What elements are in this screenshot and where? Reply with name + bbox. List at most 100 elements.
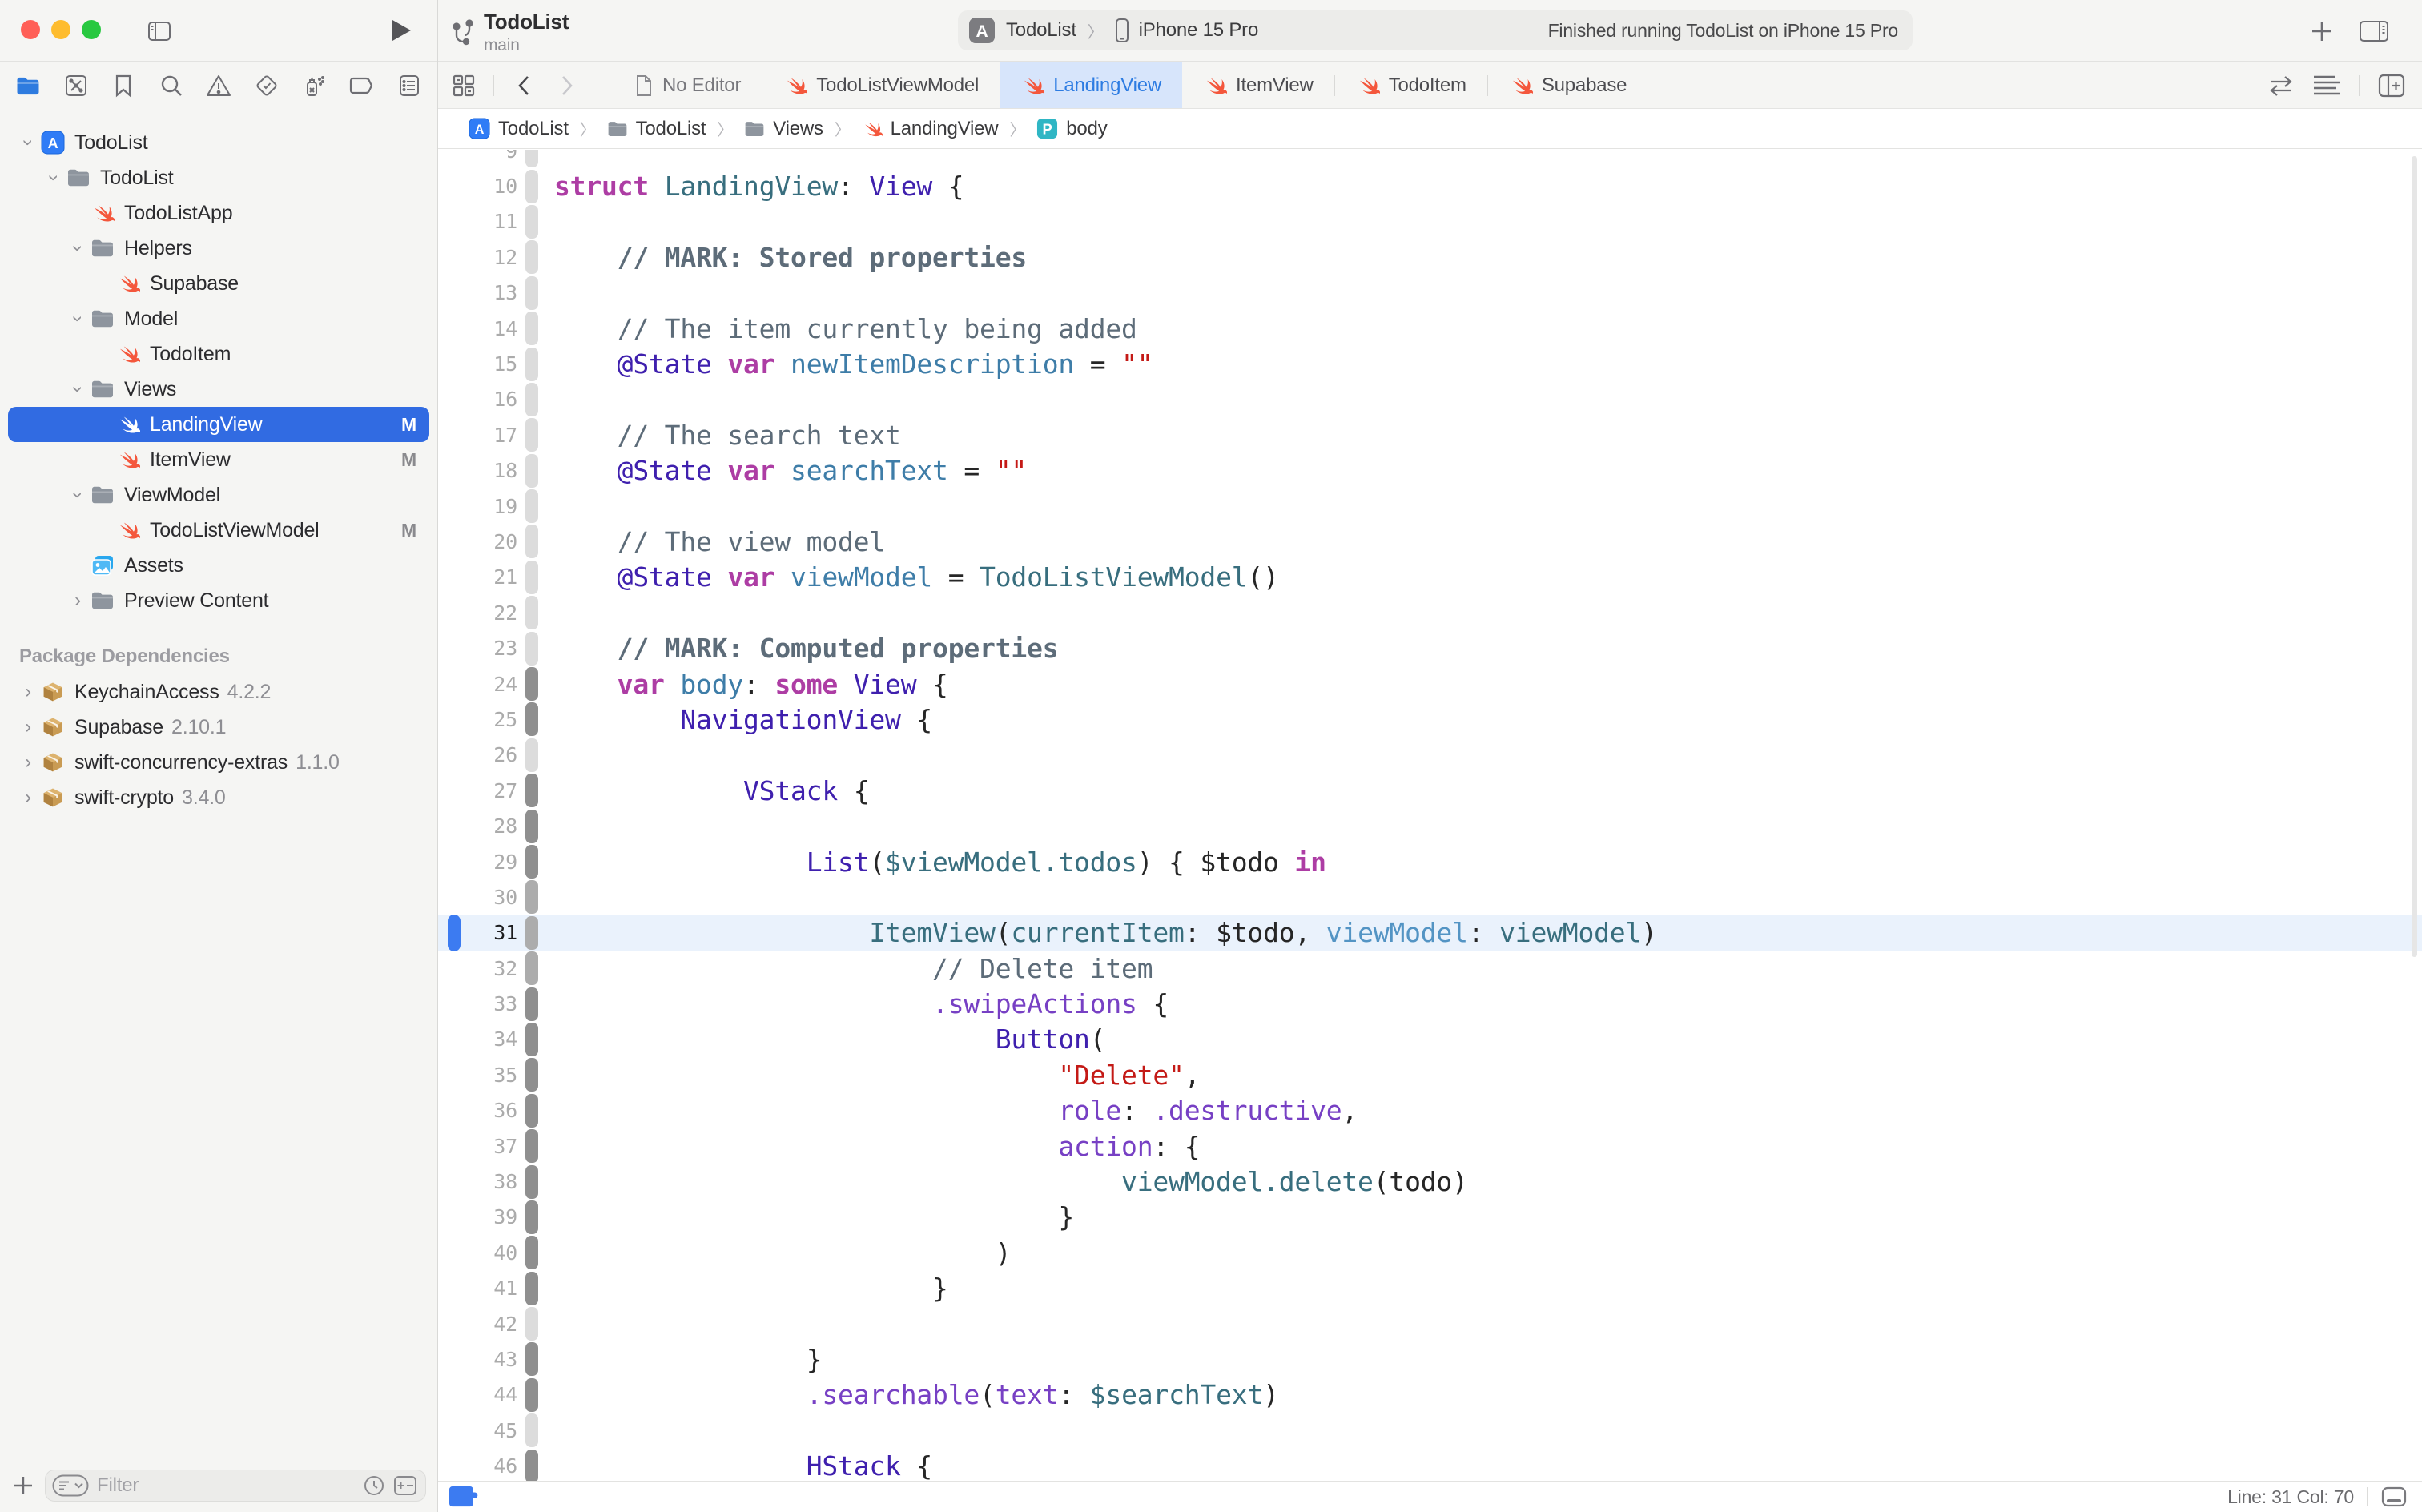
scheme-status-pill[interactable]: A TodoList 〉 iPhone 15 Pro Finished runn… <box>958 10 1913 50</box>
add-editor-icon[interactable] <box>2377 73 2406 99</box>
breadcrumb-item-body[interactable]: Pbody <box>1036 118 1107 140</box>
code-line-20[interactable]: 20 // The view model <box>438 524 2422 559</box>
disclosure-open-icon[interactable]: › <box>66 237 90 259</box>
project-navigator-folder-icon[interactable] <box>14 72 42 99</box>
minimize-window-button[interactable] <box>51 20 70 39</box>
code-line-25[interactable]: 25 NavigationView { <box>438 702 2422 737</box>
code-line-13[interactable]: 13 <box>438 275 2422 311</box>
package-item-keychainaccess[interactable]: ›KeychainAccess4.2.2 <box>8 674 429 710</box>
test-diamond-icon[interactable] <box>253 72 280 99</box>
toggle-left-sidebar-icon[interactable] <box>146 18 173 45</box>
code-line-41[interactable]: 41 } <box>438 1271 2422 1306</box>
disclosure-open-icon[interactable]: › <box>42 167 66 189</box>
code-line-23[interactable]: 23 // MARK: Computed properties <box>438 630 2422 666</box>
disclosure-open-icon[interactable]: › <box>66 308 90 330</box>
jump-bar-breadcrumb[interactable]: ATodoList〉TodoList〉Views〉LandingView〉Pbo… <box>438 109 2422 149</box>
scheme-target[interactable]: TodoList <box>1006 19 1076 42</box>
code-line-43[interactable]: 43 } <box>438 1341 2422 1377</box>
tab-no-editor[interactable]: No Editor <box>614 62 762 108</box>
breakpoint-tag-icon[interactable] <box>348 72 376 99</box>
disclosure-open-icon[interactable]: › <box>66 378 90 400</box>
code-line-10[interactable]: 10struct LandingView: View { <box>438 168 2422 203</box>
disclosure-closed-icon[interactable]: › <box>16 681 40 703</box>
disclosure-open-icon[interactable]: › <box>16 131 40 154</box>
code-line-22[interactable]: 22 <box>438 595 2422 630</box>
bookmark-icon[interactable] <box>110 72 137 99</box>
breadcrumb-item-landingview[interactable]: LandingView <box>862 117 999 141</box>
code-line-35[interactable]: 35 "Delete", <box>438 1057 2422 1092</box>
close-window-button[interactable] <box>21 20 40 39</box>
code-line-46[interactable]: 46 HStack { <box>438 1448 2422 1481</box>
tab-itemview[interactable]: ItemView <box>1182 62 1334 108</box>
code-line-32[interactable]: 32 // Delete item <box>438 951 2422 986</box>
code-line-34[interactable]: 34 Button( <box>438 1022 2422 1057</box>
editor-grid-icon[interactable] <box>450 72 477 99</box>
tab-todolistviewmodel[interactable]: TodoListViewModel <box>762 62 1000 108</box>
report-list-icon[interactable] <box>396 72 423 99</box>
sidebar-item-views[interactable]: ›Views <box>8 372 429 407</box>
code-line-18[interactable]: 18 @State var searchText = "" <box>438 453 2422 489</box>
add-tab-icon[interactable] <box>2310 19 2334 43</box>
code-line-31[interactable]: 31 ItemView(currentItem: $todo, viewMode… <box>438 915 2422 951</box>
back-icon[interactable] <box>510 72 537 99</box>
code-line-42[interactable]: 42 <box>438 1306 2422 1341</box>
tab-landingview[interactable]: LandingView <box>1000 62 1182 108</box>
code-line-19[interactable]: 19 <box>438 489 2422 524</box>
package-item-swift-crypto[interactable]: ›swift-crypto3.4.0 <box>8 780 429 815</box>
sidebar-item-todoitem[interactable]: TodoItem <box>8 336 429 372</box>
breadcrumb-item-views[interactable]: Views <box>744 118 823 140</box>
issue-warning-icon[interactable] <box>205 72 232 99</box>
disclosure-open-icon[interactable]: › <box>66 484 90 506</box>
code-line-26[interactable]: 26 <box>438 738 2422 773</box>
tab-supabase[interactable]: Supabase <box>1488 62 1648 108</box>
sidebar-item-landingview[interactable]: LandingViewM <box>8 407 429 442</box>
code-line-37[interactable]: 37 action: { <box>438 1128 2422 1164</box>
scheme-device[interactable]: iPhone 15 Pro <box>1139 19 1259 42</box>
code-line-9[interactable]: 9 <box>438 150 2422 168</box>
source-control-icon[interactable] <box>62 72 90 99</box>
code-line-29[interactable]: 29 List($viewModel.todos) { $todo in <box>438 844 2422 879</box>
code-line-21[interactable]: 21 @State var viewModel = TodoListViewMo… <box>438 560 2422 595</box>
scrollbar[interactable] <box>2412 156 2417 957</box>
breadcrumb-item-todolist[interactable]: ATodoList <box>469 118 569 140</box>
sidebar-item-todolistapp[interactable]: TodoListApp <box>8 195 429 231</box>
code-line-40[interactable]: 40 ) <box>438 1235 2422 1270</box>
code-line-38[interactable]: 38 viewModel.delete(todo) <box>438 1164 2422 1199</box>
code-line-15[interactable]: 15 @State var newItemDescription = "" <box>438 346 2422 381</box>
code-line-30[interactable]: 30 <box>438 879 2422 915</box>
code-line-44[interactable]: 44 .searchable(text: $searchText) <box>438 1377 2422 1413</box>
toggle-right-sidebar-icon[interactable] <box>2358 18 2390 45</box>
adjust-editor-blue-icon[interactable] <box>449 1486 480 1508</box>
sidebar-item-itemview[interactable]: ItemViewM <box>8 442 429 477</box>
tab-todoitem[interactable]: TodoItem <box>1335 62 1487 108</box>
minimap-lines-icon[interactable] <box>2312 74 2341 98</box>
source-control-summary[interactable]: TodoList main <box>450 10 569 55</box>
sidebar-item-supabase[interactable]: Supabase <box>8 266 429 301</box>
sidebar-item-helpers[interactable]: ›Helpers <box>8 231 429 266</box>
breadcrumb-item-todolist[interactable]: TodoList <box>607 118 706 140</box>
sidebar-item-todolist[interactable]: ›ATodoList <box>8 125 429 160</box>
zoom-window-button[interactable] <box>82 20 101 39</box>
disclosure-closed-icon[interactable]: › <box>66 589 90 612</box>
disclosure-closed-icon[interactable]: › <box>16 716 40 738</box>
add-item-icon[interactable] <box>13 1475 34 1496</box>
code-line-45[interactable]: 45 <box>438 1413 2422 1448</box>
debug-spray-icon[interactable] <box>300 72 328 99</box>
flags-plusminus-icon[interactable] <box>393 1475 417 1496</box>
sidebar-item-todolistviewmodel[interactable]: TodoListViewModelM <box>8 513 429 548</box>
package-item-supabase[interactable]: ›Supabase2.10.1 <box>8 710 429 745</box>
code-line-11[interactable]: 11 <box>438 204 2422 239</box>
sidebar-item-todolist[interactable]: ›TodoList <box>8 160 429 195</box>
sidebar-item-viewmodel[interactable]: ›ViewModel <box>8 477 429 513</box>
toggle-bottom-bar-icon[interactable] <box>2380 1486 2408 1508</box>
code-line-16[interactable]: 16 <box>438 382 2422 417</box>
code-line-33[interactable]: 33 .swipeActions { <box>438 986 2422 1021</box>
code-line-17[interactable]: 17 // The search text <box>438 417 2422 452</box>
sidebar-item-preview-content[interactable]: ›Preview Content <box>8 583 429 618</box>
disclosure-closed-icon[interactable]: › <box>16 786 40 809</box>
filter-input[interactable]: Filter <box>45 1470 426 1502</box>
search-icon[interactable] <box>158 72 185 99</box>
code-line-24[interactable]: 24 var body: some View { <box>438 666 2422 702</box>
code-line-12[interactable]: 12 // MARK: Stored properties <box>438 239 2422 275</box>
code-line-36[interactable]: 36 role: .destructive, <box>438 1093 2422 1128</box>
